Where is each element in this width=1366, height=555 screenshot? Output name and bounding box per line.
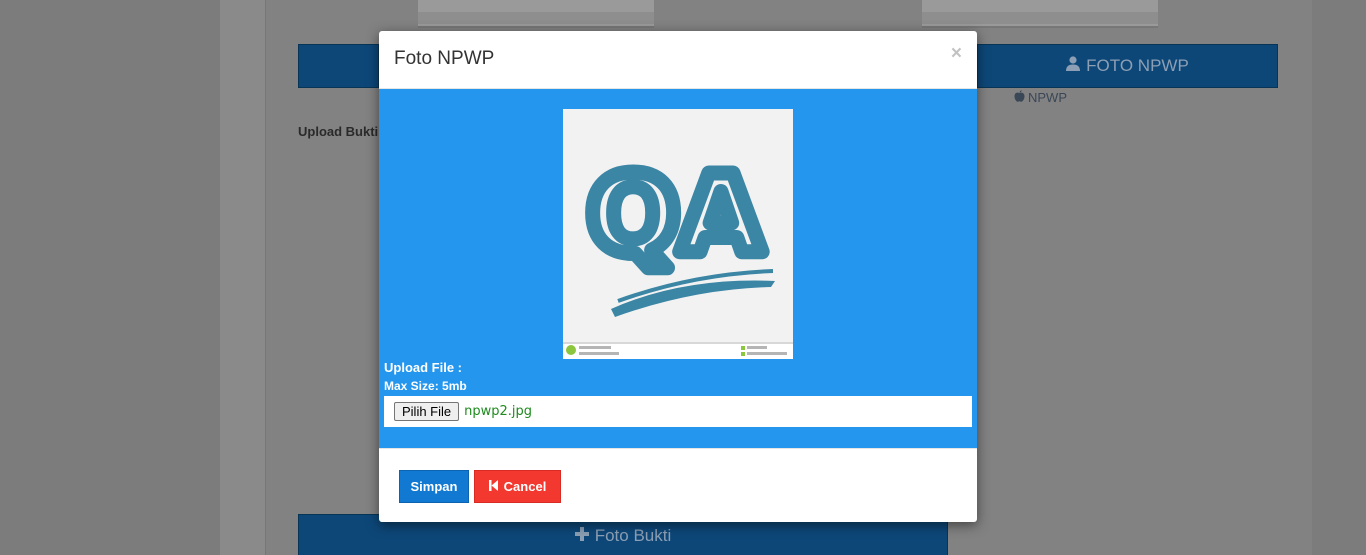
max-size-label: Max Size: 5mb (384, 379, 467, 393)
modal-footer: Simpan Cancel (379, 448, 977, 522)
file-input-row: Pilih File npwp2.jpg (384, 396, 972, 427)
modal-title: Foto NPWP (394, 48, 495, 69)
background-upload-button[interactable] (298, 44, 379, 88)
foto-npwp-button[interactable]: FOTO NPWP (977, 44, 1278, 88)
npwp-caption-text: NPWP (1028, 90, 1067, 105)
cancel-button-label: Cancel (503, 479, 547, 494)
selected-file-name: npwp2.jpg (464, 404, 533, 419)
save-button-label: Simpan (410, 479, 458, 494)
background-image-thumbnail (418, 0, 654, 28)
npwp-image-preview: QA (563, 109, 793, 359)
plus-icon (574, 526, 589, 546)
upload-bukti-label: Upload Bukti (298, 124, 379, 139)
foto-bukti-button-label: Foto Bukti (594, 526, 672, 545)
choose-file-button[interactable]: Pilih File (394, 402, 460, 421)
foto-npwp-button-label: FOTO NPWP (1086, 56, 1189, 75)
step-backward-icon (488, 479, 498, 494)
save-button[interactable]: Simpan (399, 470, 469, 503)
background-image-thumbnail (922, 0, 1158, 28)
modal-body: QA Upload File : Max Size: 5mb Pilih Fil… (379, 89, 977, 448)
user-icon (1066, 56, 1081, 76)
npwp-caption: NPWP (1014, 90, 1067, 105)
apple-icon (1014, 90, 1025, 105)
cancel-button[interactable]: Cancel (474, 470, 561, 503)
upload-file-label: Upload File : (384, 360, 462, 375)
close-icon[interactable]: × (951, 43, 962, 65)
modal-header: Foto NPWP × (379, 31, 977, 89)
foto-npwp-modal: Foto NPWP × QA Upload File : Max Size: 5… (379, 31, 977, 522)
qa-brush-text: QA (587, 153, 763, 278)
